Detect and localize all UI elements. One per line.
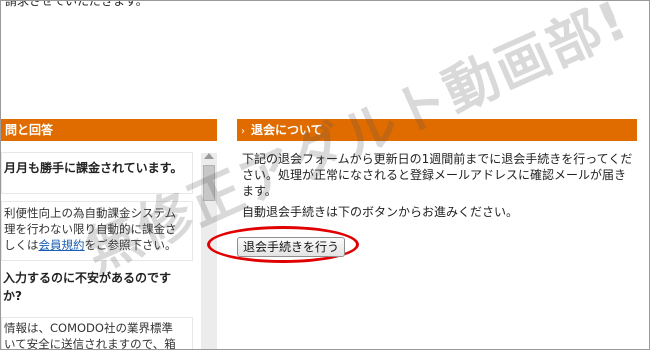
faq-question-line: 入力するのに不安があるのです	[3, 271, 172, 285]
top-text: 請求させていただきます。	[5, 0, 148, 8]
scroll-thumb[interactable]	[203, 165, 215, 201]
faq-question-card: 入力するのに不安があるのです か?	[1, 269, 193, 309]
page-frame: 請求させていただきます。 問と回答 月月も勝手に課金されています。 利便性向上の…	[0, 0, 650, 350]
faq-answer-card: 情報は、COMODO社の業界標準 いて安全に送信されますので、箱	[1, 317, 193, 350]
faq-answer-card: 利便性向上の為自動課金システム 理を行わない限り自動的に課金さ しくは会員規約を…	[1, 201, 193, 261]
faq-question-line: か?	[3, 289, 22, 303]
cancel-header-title: 退会について	[251, 123, 323, 137]
cancel-membership-button[interactable]: 退会手続きを行う	[237, 237, 346, 257]
membership-terms-link[interactable]: 会員規約	[39, 238, 85, 252]
scroll-up-arrow-icon[interactable]	[204, 153, 214, 159]
cancel-header: › 退会について	[237, 119, 637, 141]
faq-answer-line: 理を行わない限り自動的に課金さ	[4, 222, 177, 236]
cancel-instruction: 自動退会手続きは下のボタンからお進みください。	[242, 205, 519, 219]
faq-answer-line: 情報は、COMODO社の業界標準	[4, 321, 173, 335]
faq-question: 月月も勝手に課金されています。	[4, 161, 183, 175]
chevron-right-icon: ›	[241, 126, 245, 137]
faq-answer-line: しくは会員規約をご参照下さい。	[4, 237, 192, 253]
faq-header: 問と回答	[1, 119, 217, 141]
faq-answer-line: いて安全に送信されますので、箱	[4, 337, 176, 350]
faq-question-card: 月月も勝手に課金されています。	[1, 152, 193, 194]
faq-section: 問と回答 月月も勝手に課金されています。 利便性向上の為自動課金システム 理を行…	[1, 119, 217, 350]
faq-answer-text: をご参照下さい。	[84, 238, 177, 252]
faq-answer-line: 利便性向上の為自動課金システム	[4, 206, 177, 220]
faq-answer-text: しくは	[4, 238, 39, 252]
cancel-description: 下記の退会フォームから更新日の1週間前までに退会手続きを行ってください。処理が正…	[242, 152, 633, 198]
